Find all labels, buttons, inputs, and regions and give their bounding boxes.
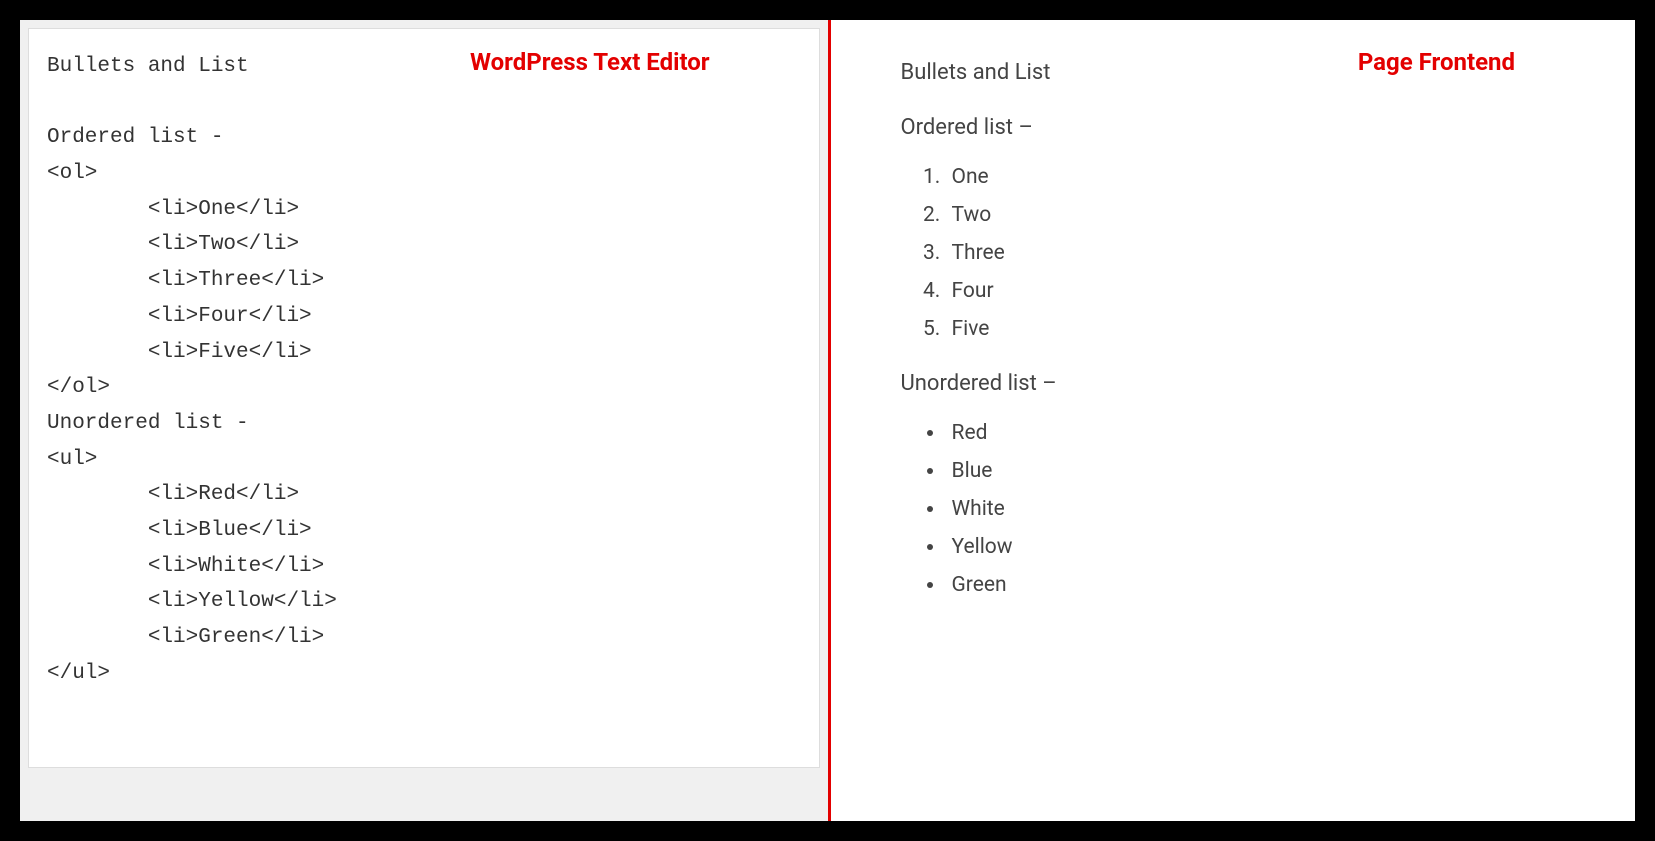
list-item: Four — [946, 279, 1566, 303]
ordered-list-label: Ordered list – — [901, 115, 1566, 140]
list-item: White — [946, 497, 1566, 521]
editor-panel: WordPress Text Editor Bullets and List O… — [20, 20, 828, 821]
ordered-list: One Two Three Four Five — [946, 165, 1566, 341]
list-item: One — [946, 165, 1566, 189]
editor-label: WordPress Text Editor — [470, 48, 710, 76]
list-item: Two — [946, 203, 1566, 227]
list-item: Red — [946, 421, 1566, 445]
frontend-label: Page Frontend — [1358, 48, 1515, 76]
list-item: Five — [946, 317, 1566, 341]
unordered-list-label: Unordered list – — [901, 371, 1566, 396]
text-editor-textarea[interactable]: Bullets and List Ordered list - <ol> <li… — [28, 28, 820, 768]
list-item: Yellow — [946, 535, 1566, 559]
unordered-list: Red Blue White Yellow Green — [946, 421, 1566, 597]
comparison-container: WordPress Text Editor Bullets and List O… — [20, 20, 1635, 821]
frontend-panel: Page Frontend Bullets and List Ordered l… — [828, 20, 1636, 821]
list-item: Three — [946, 241, 1566, 265]
list-item: Blue — [946, 459, 1566, 483]
list-item: Green — [946, 573, 1566, 597]
